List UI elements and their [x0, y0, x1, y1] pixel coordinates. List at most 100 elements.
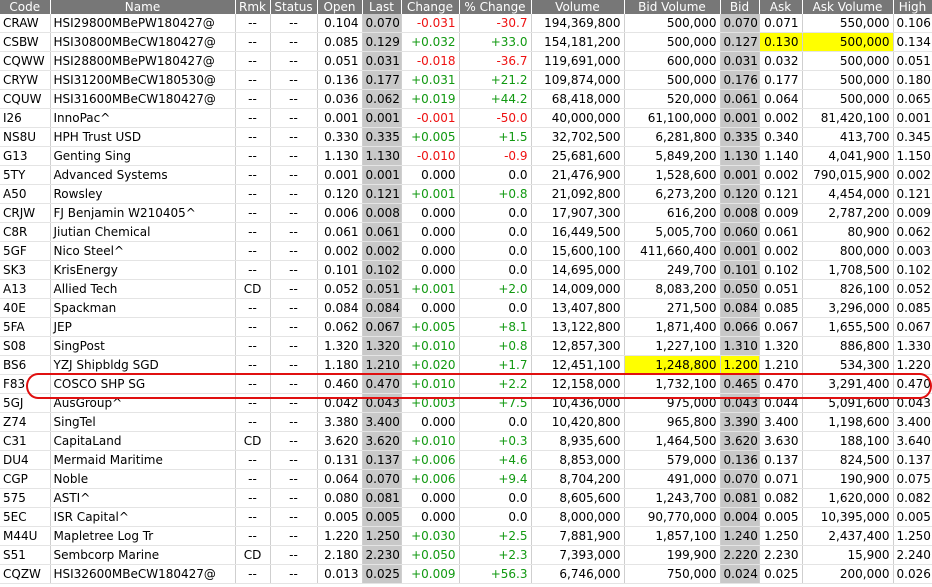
cell-bid: 0.008	[720, 203, 760, 223]
cell-volume: 68,418,000	[531, 89, 625, 109]
cell-ask: 0.067	[759, 317, 803, 337]
cell-rmk: --	[235, 260, 271, 280]
cell-ask: 0.044	[759, 393, 803, 413]
cell-bidvol: 6,273,200	[624, 184, 721, 204]
column-header-last[interactable]: Last	[362, 0, 402, 14]
cell-bid: 0.066	[720, 317, 760, 337]
table-row[interactable]: S51 Sembcorp Marine CD -- 2.180 2.230 +0.050 +2…	[0, 545, 932, 565]
table-row[interactable]: 5GF Nico Steel^ -- -- 0.002 0.002 0.000 0.0 15,6…	[0, 241, 932, 261]
cell-high: 0.102	[893, 260, 932, 280]
table-row[interactable]: 5EC ISR Capital^ -- -- 0.005 0.005 0.000 0.0 8,0…	[0, 507, 932, 527]
cell-volume: 14,695,000	[531, 260, 625, 280]
cell-bid: 1.130	[720, 146, 760, 166]
cell-code: A13	[0, 279, 51, 299]
cell-bid: 0.050	[720, 279, 760, 299]
table-row[interactable]: CSBW HSI30800MBeCW180427@ -- -- 0.085 0.129 +0…	[0, 32, 932, 52]
cell-rmk: --	[235, 355, 271, 375]
cell-pchange: 0.0	[459, 488, 532, 508]
cell-open: 0.101	[317, 260, 363, 280]
table-row[interactable]: CQUW HSI31600MBeCW180427@ -- -- 0.036 0.062 +0…	[0, 89, 932, 109]
cell-last: 0.043	[362, 393, 402, 413]
cell-change: +0.009	[401, 564, 460, 584]
cell-pchange: +0.8	[459, 336, 532, 356]
cell-ask: 1.320	[759, 336, 803, 356]
cell-code: 5TY	[0, 165, 51, 185]
column-header-status[interactable]: Status	[270, 0, 318, 14]
table-row[interactable]: CGP Noble -- -- 0.064 0.070 +0.006 +9.4 8,704,20…	[0, 469, 932, 489]
cell-code: I26	[0, 108, 51, 128]
table-row[interactable]: 5GJ AusGroup^ -- -- 0.042 0.043 +0.003 +7.5 10,4…	[0, 393, 932, 413]
column-header-rmk[interactable]: Rmk	[235, 0, 271, 14]
cell-change: 0.000	[401, 488, 460, 508]
table-row[interactable]: S08 SingPost -- -- 1.320 1.320 +0.010 +0.8 12,85…	[0, 336, 932, 356]
cell-bidvol: 1,857,100	[624, 526, 721, 546]
cell-volume: 8,704,200	[531, 469, 625, 489]
column-header-volume[interactable]: Volume	[531, 0, 625, 14]
cell-askvol: 190,900	[802, 469, 894, 489]
table-row[interactable]: BS6 YZJ Shipbldg SGD -- -- 1.180 1.210 +0.020 +…	[0, 355, 932, 375]
cell-last: 0.001	[362, 165, 402, 185]
column-header-bidvol[interactable]: Bid Volume	[624, 0, 721, 14]
cell-pchange: -0.9	[459, 146, 532, 166]
cell-code: CGP	[0, 469, 51, 489]
cell-name: ISR Capital^	[50, 507, 236, 527]
cell-open: 0.084	[317, 298, 363, 318]
cell-high: 0.003	[893, 241, 932, 261]
table-row[interactable]: 40E Spackman -- -- 0.084 0.084 0.000 0.0 13,407,…	[0, 298, 932, 318]
column-header-askvol[interactable]: Ask Volume	[802, 0, 894, 14]
table-row[interactable]: A50 Rowsley -- -- 0.120 0.121 +0.001 +0.8 21,092…	[0, 184, 932, 204]
column-header-bid[interactable]: Bid	[720, 0, 760, 14]
column-header-high[interactable]: High	[893, 0, 932, 14]
cell-bid: 0.043	[720, 393, 760, 413]
cell-status: --	[270, 507, 318, 527]
table-row[interactable]: CRAW HSI29800MBePW180427@ -- -- 0.104 0.070 -0…	[0, 14, 932, 33]
cell-high: 0.001	[893, 108, 932, 128]
table-row[interactable]: CQZW HSI32600MBeCW180427@ -- -- 0.013 0.025 +0…	[0, 564, 932, 584]
cell-code: M44U	[0, 526, 51, 546]
cell-name: Mermaid Maritime	[50, 450, 236, 470]
column-header-ask[interactable]: Ask	[759, 0, 803, 14]
column-header-open[interactable]: Open	[317, 0, 363, 14]
cell-last: 0.025	[362, 564, 402, 584]
cell-last: 0.084	[362, 298, 402, 318]
cell-bid: 0.465	[720, 374, 760, 394]
cell-pchange: +0.8	[459, 184, 532, 204]
cell-pchange: -30.7	[459, 14, 532, 33]
cell-change: -0.001	[401, 108, 460, 128]
table-row[interactable]: C31 CapitaLand CD -- 3.620 3.620 +0.010 +0.3 8,9…	[0, 431, 932, 451]
table-row[interactable]: CQWW HSI28800MBePW180427@ -- -- 0.051 0.031 -0…	[0, 51, 932, 71]
table-row[interactable]: DU4 Mermaid Maritime -- -- 0.131 0.137 +0.006 +…	[0, 450, 932, 470]
column-header-name[interactable]: Name	[50, 0, 236, 14]
cell-open: 0.052	[317, 279, 363, 299]
table-row[interactable]: NS8U HPH Trust USD -- -- 0.330 0.335 +0.005 +1.…	[0, 127, 932, 147]
cell-open: 0.001	[317, 108, 363, 128]
table-row[interactable]: 5TY Advanced Systems -- -- 0.001 0.001 0.000 0.…	[0, 165, 932, 185]
table-row[interactable]: M44U Mapletree Log Tr -- -- 1.220 1.250 +0.030…	[0, 526, 932, 546]
column-header-change[interactable]: Change	[401, 0, 460, 14]
cell-volume: 12,857,300	[531, 336, 625, 356]
table-row[interactable]: Z74 SingTel -- -- 3.380 3.400 0.000 0.0 10,420,8…	[0, 412, 932, 432]
table-row[interactable]: G13 Genting Sing -- -- 1.130 1.130 -0.010 -0.9 2…	[0, 146, 932, 166]
cell-open: 0.460	[317, 374, 363, 394]
cell-pchange: +4.6	[459, 450, 532, 470]
cell-status: --	[270, 450, 318, 470]
cell-name: KrisEnergy	[50, 260, 236, 280]
table-row[interactable]: 5FA JEP -- -- 0.062 0.067 +0.005 +8.1 13,122,800…	[0, 317, 932, 337]
column-header-pchange[interactable]: % Change	[459, 0, 532, 14]
table-row[interactable]: CRJW FJ Benjamin W210405^ -- -- 0.006 0.008 0.…	[0, 203, 932, 223]
table-row[interactable]: C8R Jiutian Chemical -- -- 0.061 0.061 0.000 0.…	[0, 222, 932, 242]
cell-bidvol: 500,000	[624, 32, 721, 52]
cell-change: +0.005	[401, 127, 460, 147]
cell-name: HSI28800MBePW180427@	[50, 51, 236, 71]
table-row[interactable]: A13 Allied Tech CD -- 0.052 0.051 +0.001 +2.0 14…	[0, 279, 932, 299]
cell-askvol: 1,708,500	[802, 260, 894, 280]
table-row-selected[interactable]: F83 COSCO SHP SG -- -- 0.460 0.470 +0.010 +2.2 1…	[0, 374, 932, 394]
table-row[interactable]: 575 ASTI^ -- -- 0.080 0.081 0.000 0.0 8,605,600 1…	[0, 488, 932, 508]
table-row[interactable]: CRYW HSI31200MBeCW180530@ -- -- 0.136 0.177 +0…	[0, 70, 932, 90]
cell-rmk: --	[235, 51, 271, 71]
table-row[interactable]: SK3 KrisEnergy -- -- 0.101 0.102 0.000 0.0 14,69…	[0, 260, 932, 280]
cell-bidvol: 1,248,800	[624, 355, 721, 375]
column-header-code[interactable]: Code	[0, 0, 51, 14]
table-row[interactable]: I26 InnoPac^ -- -- 0.001 0.001 -0.001 -50.0 40,0…	[0, 108, 932, 128]
cell-status: --	[270, 32, 318, 52]
